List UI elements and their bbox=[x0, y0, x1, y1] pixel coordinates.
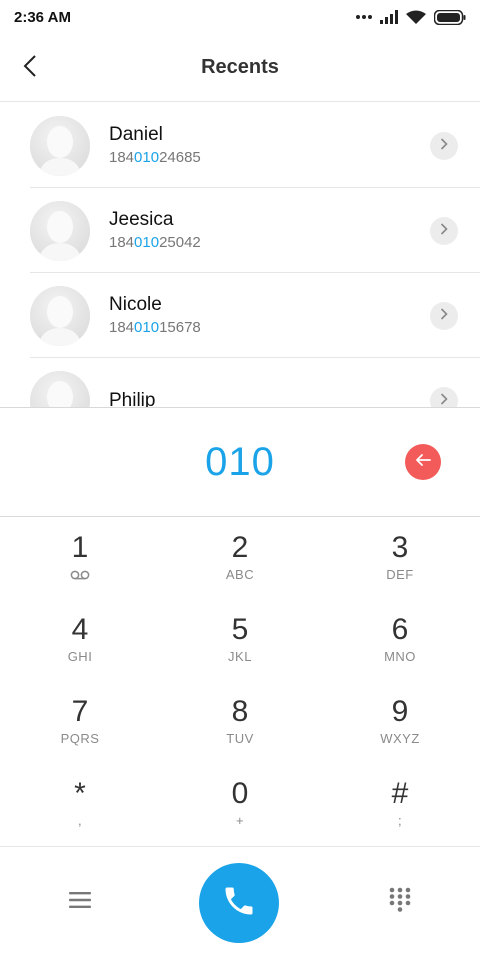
key-8[interactable]: 8 TUV bbox=[160, 682, 320, 764]
key-digit: 6 bbox=[391, 613, 409, 646]
chevron-left-icon bbox=[23, 54, 37, 83]
menu-button[interactable] bbox=[64, 890, 96, 914]
contact-name: Jeesica bbox=[109, 208, 174, 230]
contact-text: Philip bbox=[109, 389, 155, 408]
key-digit: 0 bbox=[231, 777, 249, 810]
key-letters: ; bbox=[397, 813, 403, 828]
key-digit: 3 bbox=[391, 531, 409, 564]
key-letters: , bbox=[77, 813, 83, 828]
contact-name: Daniel bbox=[109, 123, 163, 145]
key-digit: # bbox=[391, 777, 409, 810]
key-letters: ABC bbox=[225, 567, 255, 582]
backspace-button[interactable] bbox=[405, 444, 441, 480]
signal-icon bbox=[380, 10, 398, 24]
avatar bbox=[30, 115, 90, 176]
key-digit: 2 bbox=[231, 531, 249, 564]
contact-detail-button[interactable] bbox=[430, 216, 458, 245]
key-2[interactable]: 2 ABC bbox=[160, 518, 320, 600]
menu-icon bbox=[69, 891, 91, 914]
contact-detail-button[interactable] bbox=[430, 131, 458, 160]
key-digit: * bbox=[74, 777, 86, 810]
header: Recents bbox=[0, 34, 480, 102]
chevron-right-icon bbox=[440, 392, 448, 408]
contact-row-jeesica[interactable]: Jeesica 18401025042 bbox=[0, 188, 480, 273]
recents-list[interactable]: Daniel 18401024685 Jeesica 18401025042 N… bbox=[0, 103, 480, 407]
contact-text: Nicole 18401015678 bbox=[109, 293, 201, 339]
key-star[interactable]: * , bbox=[0, 764, 160, 846]
dialed-number: 010 bbox=[205, 439, 275, 484]
key-letters: PQRS bbox=[60, 731, 100, 746]
dial-display: 010 bbox=[0, 407, 480, 517]
contact-name: Nicole bbox=[109, 293, 162, 315]
key-letters: JKL bbox=[228, 649, 252, 664]
key-9[interactable]: 9 WXYZ bbox=[320, 682, 480, 764]
contact-number: 18401015678 bbox=[109, 318, 201, 336]
key-digit: 5 bbox=[231, 613, 249, 646]
status-bar: 2:36 AM bbox=[0, 0, 480, 34]
battery-icon bbox=[434, 9, 466, 25]
key-5[interactable]: 5 JKL bbox=[160, 600, 320, 682]
status-icons bbox=[356, 9, 466, 25]
contact-number: 18401025042 bbox=[109, 233, 201, 251]
avatar bbox=[30, 285, 90, 346]
back-button[interactable] bbox=[14, 52, 46, 84]
chevron-right-icon bbox=[440, 307, 448, 325]
chevron-right-icon bbox=[440, 137, 448, 155]
contact-row-philip[interactable]: Philip bbox=[0, 358, 480, 407]
key-hash[interactable]: # ; bbox=[320, 764, 480, 846]
contact-number: 18401024685 bbox=[109, 148, 201, 166]
key-6[interactable]: 6 MNO bbox=[320, 600, 480, 682]
key-letters: DEF bbox=[386, 567, 414, 582]
dialpad-toggle-button[interactable] bbox=[386, 887, 414, 918]
voicemail-icon bbox=[70, 568, 90, 582]
key-digit: 4 bbox=[71, 613, 89, 646]
key-1[interactable]: 1 bbox=[0, 518, 160, 600]
key-digit: 8 bbox=[231, 695, 249, 728]
avatar bbox=[30, 370, 90, 407]
key-digit: 1 bbox=[71, 531, 89, 564]
key-digit: 7 bbox=[71, 695, 89, 728]
key-letters: WXYZ bbox=[380, 731, 420, 746]
dialpad-icon bbox=[389, 887, 411, 918]
key-letters: + bbox=[235, 813, 245, 828]
phone-icon bbox=[221, 883, 257, 924]
contact-text: Daniel 18401024685 bbox=[109, 123, 201, 169]
avatar bbox=[30, 200, 90, 261]
contact-name: Philip bbox=[109, 389, 156, 408]
contact-detail-button[interactable] bbox=[430, 386, 458, 408]
contact-row-nicole[interactable]: Nicole 18401015678 bbox=[0, 273, 480, 358]
contact-detail-button[interactable] bbox=[430, 301, 458, 330]
keypad: 1 2 ABC 3 DEF 4 GHI 5 JKL 6 MNO 7 PQRS 8… bbox=[0, 518, 480, 846]
key-4[interactable]: 4 GHI bbox=[0, 600, 160, 682]
backspace-arrow-icon bbox=[414, 453, 432, 472]
bottom-bar bbox=[0, 846, 480, 960]
key-3[interactable]: 3 DEF bbox=[320, 518, 480, 600]
call-button[interactable] bbox=[199, 863, 279, 943]
contact-row-daniel[interactable]: Daniel 18401024685 bbox=[0, 103, 480, 188]
more-dots-icon bbox=[356, 14, 372, 20]
page-title: Recents bbox=[201, 56, 279, 78]
key-letters: TUV bbox=[226, 731, 254, 746]
wifi-icon bbox=[406, 10, 426, 25]
chevron-right-icon bbox=[440, 222, 448, 240]
key-7[interactable]: 7 PQRS bbox=[0, 682, 160, 764]
key-letters: GHI bbox=[67, 649, 93, 664]
key-letters: MNO bbox=[384, 649, 416, 664]
status-time: 2:36 AM bbox=[14, 8, 71, 26]
key-digit: 9 bbox=[391, 695, 409, 728]
contact-text: Jeesica 18401025042 bbox=[109, 208, 201, 254]
key-0[interactable]: 0 + bbox=[160, 764, 320, 846]
